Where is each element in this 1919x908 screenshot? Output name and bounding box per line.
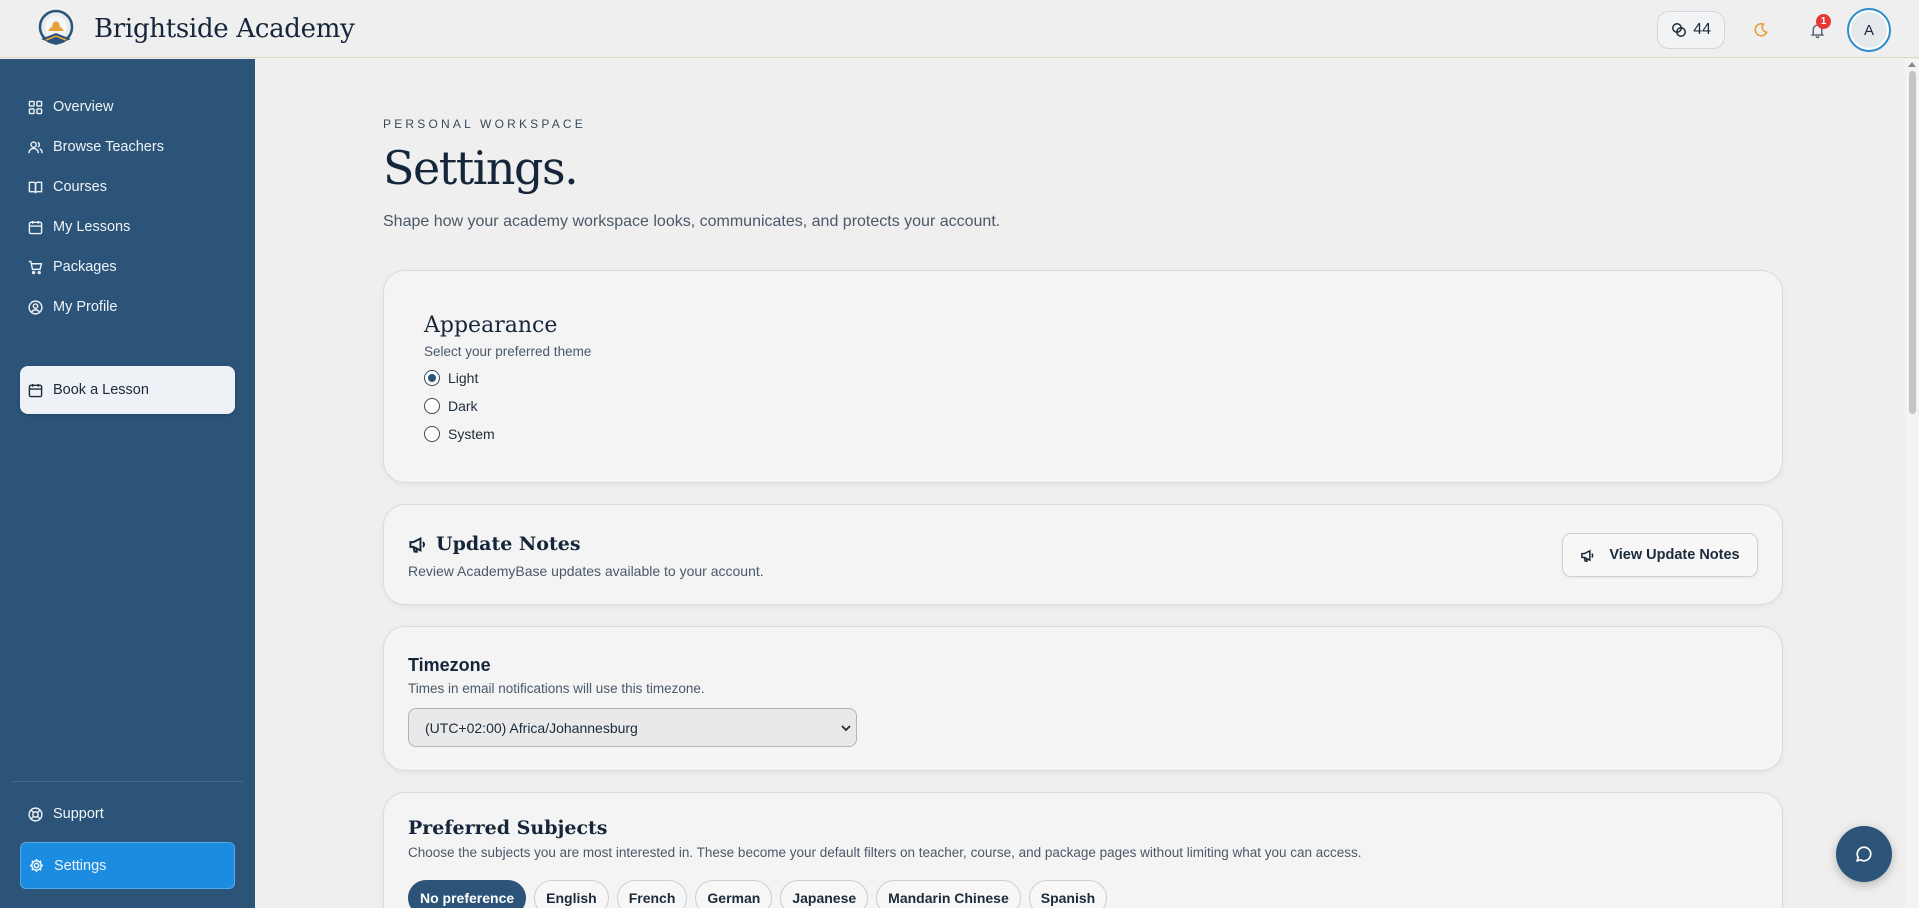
sidebar-item-label: Courses	[53, 179, 107, 195]
page-scrollbar[interactable]	[1905, 59, 1919, 908]
academy-logo-icon	[38, 9, 74, 45]
preferred-subjects-card: Preferred Subjects Choose the subjects y…	[383, 792, 1783, 908]
sidebar-divider	[12, 781, 243, 782]
megaphone-icon	[409, 536, 425, 553]
book-open-icon	[28, 181, 43, 193]
sidebar-item-label: Settings	[54, 857, 107, 874]
subjects-title: Preferred Subjects	[408, 817, 608, 839]
theme-radio-system[interactable]: System	[424, 426, 495, 442]
sidebar-item-label: Support	[53, 806, 104, 822]
page-title: Settings.	[383, 141, 579, 195]
sidebar-item-courses[interactable]: Courses	[20, 167, 235, 207]
sidebar-item-label: My Lessons	[53, 219, 131, 235]
sidebar: Overview Browse Teachers Courses My Less…	[0, 59, 255, 908]
update-notes-heading: Update Notes	[408, 533, 581, 555]
gear-icon	[29, 858, 44, 873]
moon-icon	[1754, 22, 1768, 37]
timezone-select[interactable]: (UTC+02:00) Africa/Johannesburg	[408, 708, 857, 747]
users-icon	[28, 140, 43, 153]
sidebar-item-label: My Profile	[53, 299, 118, 315]
sidebar-item-browse-teachers[interactable]: Browse Teachers	[20, 127, 235, 167]
credits-button[interactable]: 44	[1657, 11, 1725, 49]
subject-chip-mandarin-chinese[interactable]: Mandarin Chinese	[876, 880, 1021, 908]
page-description: Shape how your academy workspace looks, …	[383, 213, 1001, 230]
chevron-down-icon	[841, 725, 851, 732]
sidebar-item-my-profile[interactable]: My Profile	[20, 287, 235, 327]
scrollbar-thumb[interactable]	[1909, 71, 1916, 414]
subject-chip-japanese[interactable]: Japanese	[780, 880, 869, 908]
view-update-notes-label: View Update Notes	[1609, 547, 1740, 563]
cart-icon	[28, 260, 43, 274]
chat-bubble-icon	[1856, 846, 1872, 862]
page-eyebrow: PERSONAL WORKSPACE	[383, 117, 586, 131]
brand[interactable]: Brightside Academy	[36, 9, 355, 49]
top-bar: Brightside Academy 44 1 A	[0, 0, 1919, 58]
appearance-subtitle: Select your preferred theme	[424, 344, 592, 359]
radio-label: Light	[448, 370, 479, 386]
sidebar-item-label: Packages	[53, 259, 117, 275]
subject-chip-german[interactable]: German	[695, 880, 773, 908]
sidebar-nav: Overview Browse Teachers Courses My Less…	[20, 87, 235, 414]
subject-chip-english[interactable]: English	[534, 880, 609, 908]
radio-button[interactable]	[424, 370, 440, 386]
scroll-up-arrow-icon[interactable]	[1908, 62, 1916, 67]
radio-button[interactable]	[424, 426, 440, 442]
radio-label: System	[448, 426, 495, 442]
theme-radio-dark[interactable]: Dark	[424, 398, 478, 414]
update-notes-card: Update Notes Review AcademyBase updates …	[383, 504, 1783, 605]
sidebar-item-my-lessons[interactable]: My Lessons	[20, 207, 235, 247]
sidebar-item-packages[interactable]: Packages	[20, 247, 235, 287]
theme-toggle-button[interactable]	[1741, 10, 1781, 50]
radio-button[interactable]	[424, 398, 440, 414]
user-circle-icon	[28, 299, 43, 315]
appearance-title: Appearance	[424, 313, 558, 338]
sidebar-item-label: Overview	[53, 99, 114, 115]
sidebar-item-overview[interactable]: Overview	[20, 87, 235, 127]
update-notes-title: Update Notes	[436, 533, 581, 555]
notifications-button[interactable]: 1	[1797, 10, 1837, 50]
subject-chips: No preference English French German Japa…	[408, 880, 1115, 908]
book-lesson-label: Book a Lesson	[53, 382, 149, 398]
calendar-icon	[28, 220, 43, 234]
sidebar-item-label: Browse Teachers	[53, 139, 164, 155]
chat-button[interactable]	[1836, 826, 1892, 882]
book-lesson-button[interactable]: Book a Lesson	[20, 366, 235, 414]
megaphone-icon	[1581, 549, 1594, 562]
brand-name: Brightside Academy	[94, 13, 355, 44]
sidebar-item-support[interactable]: Support	[20, 794, 235, 834]
subject-chip-no-preference[interactable]: No preference	[408, 880, 527, 908]
calendar-icon	[28, 383, 43, 397]
timezone-value: (UTC+02:00) Africa/Johannesburg	[425, 719, 638, 736]
appearance-card: Appearance Select your preferred theme L…	[383, 270, 1783, 483]
subject-chip-french[interactable]: French	[616, 880, 688, 908]
notification-badge: 1	[1816, 14, 1831, 29]
grid-icon	[28, 100, 43, 114]
timezone-card: Timezone Times in email notifications wi…	[383, 626, 1783, 771]
timezone-title: Timezone	[408, 655, 491, 675]
view-update-notes-button[interactable]: View Update Notes	[1562, 533, 1758, 577]
timezone-description: Times in email notifications will use th…	[408, 681, 705, 696]
sidebar-bottom-nav: Support Settings	[20, 794, 235, 889]
coins-icon	[1672, 23, 1687, 37]
subject-chip-spanish[interactable]: Spanish	[1028, 880, 1108, 908]
sidebar-item-settings[interactable]: Settings	[20, 842, 235, 889]
radio-label: Dark	[448, 398, 478, 414]
avatar[interactable]: A	[1847, 8, 1891, 52]
subjects-description: Choose the subjects you are most interes…	[408, 845, 1362, 860]
theme-radio-light[interactable]: Light	[424, 370, 478, 386]
life-buoy-icon	[28, 806, 43, 822]
credits-count: 44	[1693, 21, 1711, 38]
update-notes-description: Review AcademyBase updates available to …	[408, 563, 764, 579]
